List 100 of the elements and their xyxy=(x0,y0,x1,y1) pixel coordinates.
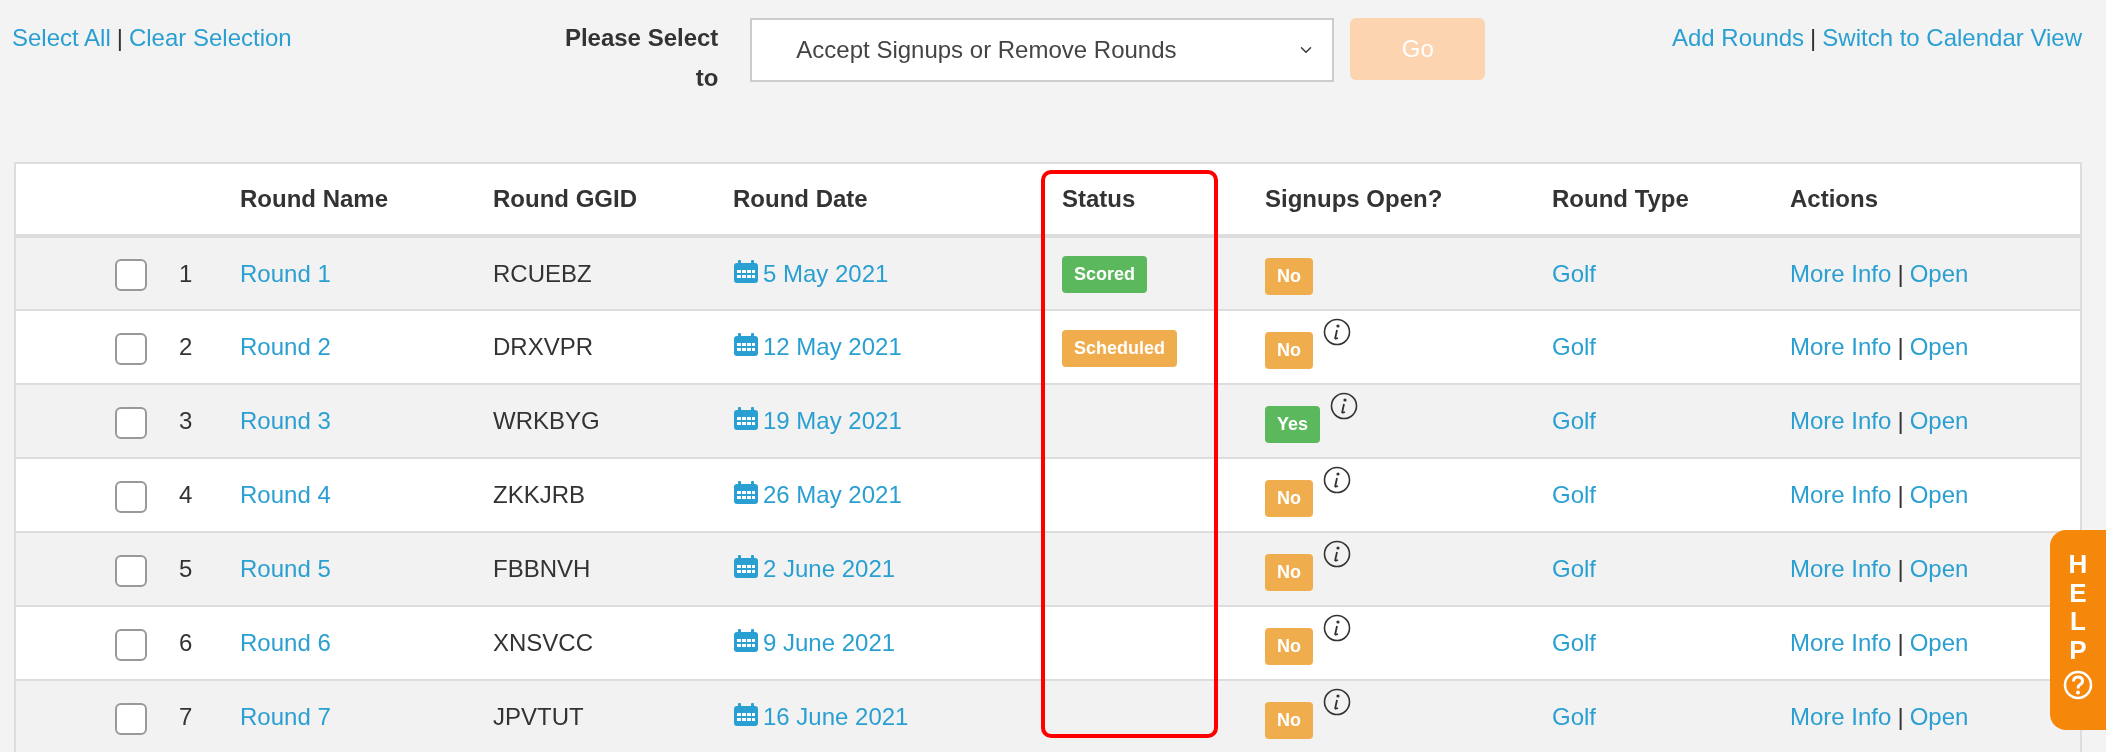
round-name-link[interactable]: Round 5 xyxy=(240,555,331,582)
info-icon[interactable] xyxy=(1330,391,1359,420)
more-info-link[interactable]: More Info xyxy=(1790,555,1892,582)
round-name-link[interactable]: Round 6 xyxy=(240,629,331,656)
open-link[interactable]: Open xyxy=(1909,481,1969,508)
round-date-link[interactable]: 12 May 2021 xyxy=(733,333,902,360)
round-type-link[interactable]: Golf xyxy=(1552,333,1596,360)
column-header: Round GGID xyxy=(493,185,637,212)
status-badge: Scored xyxy=(1062,256,1148,293)
column-header: Signups Open? xyxy=(1265,185,1443,212)
round-date-link[interactable]: 5 May 2021 xyxy=(733,259,889,287)
separator: | xyxy=(1810,23,1817,53)
round-type-link[interactable]: Golf xyxy=(1552,629,1596,656)
column-header: Status xyxy=(1062,185,1136,212)
help-label: HELP xyxy=(2067,550,2089,665)
round-type-link[interactable]: Golf xyxy=(1552,555,1596,582)
separator: | xyxy=(1897,481,1904,508)
calendar-icon xyxy=(733,333,759,357)
calendar-icon xyxy=(733,703,759,727)
help-tab[interactable]: HELP xyxy=(2050,530,2106,730)
round-id: XNSVCC xyxy=(493,629,594,656)
column-header: Round Name xyxy=(240,185,388,212)
row-number: 5 xyxy=(179,555,193,582)
round-id: DRXVPR xyxy=(493,333,594,360)
separator: | xyxy=(116,23,123,53)
more-info-link[interactable]: More Info xyxy=(1790,629,1892,656)
round-id: WRKBYG xyxy=(493,407,600,434)
clear-selection-link[interactable]: Clear Selection xyxy=(128,18,292,58)
round-id: FBBNVH xyxy=(493,555,591,582)
row-checkbox[interactable] xyxy=(115,554,147,587)
round-id: RCUEBZ xyxy=(493,259,592,287)
column-header: Round Date xyxy=(733,185,868,212)
round-name-link[interactable]: Round 4 xyxy=(240,481,331,508)
open-link[interactable]: Open xyxy=(1909,259,1969,287)
select-label: Please Select to xyxy=(563,23,719,93)
calendar-view-link[interactable]: Switch to Calendar View xyxy=(1822,18,2082,58)
calendar-icon xyxy=(733,481,759,505)
row-checkbox[interactable] xyxy=(115,259,147,292)
status-badge: Scheduled xyxy=(1062,329,1178,367)
open-link[interactable]: Open xyxy=(1909,703,1969,730)
row-checkbox[interactable] xyxy=(115,480,147,513)
row-checkbox[interactable] xyxy=(115,332,147,365)
row-number: 2 xyxy=(179,333,193,360)
row-number: 6 xyxy=(179,629,193,656)
row-number: 3 xyxy=(179,407,193,434)
round-type-link[interactable]: Golf xyxy=(1552,481,1596,508)
signups-badge: No xyxy=(1265,701,1313,739)
round-name-link[interactable]: Round 1 xyxy=(240,259,331,287)
row-checkbox[interactable] xyxy=(115,406,147,439)
signups-badge: No xyxy=(1265,331,1313,369)
info-icon[interactable] xyxy=(1323,613,1351,642)
round-id: JPVTUT xyxy=(493,703,584,730)
round-date-link[interactable]: 2 June 2021 xyxy=(733,555,896,582)
round-date-link[interactable]: 19 May 2021 xyxy=(733,407,902,434)
signups-badge: Yes xyxy=(1265,405,1321,443)
signups-badge: No xyxy=(1265,479,1313,517)
round-type-link[interactable]: Golf xyxy=(1552,407,1596,434)
open-link[interactable]: Open xyxy=(1909,629,1969,656)
separator: | xyxy=(1897,703,1904,730)
round-name-link[interactable]: Round 2 xyxy=(240,333,331,360)
round-date-link[interactable]: 9 June 2021 xyxy=(733,629,896,656)
round-id: ZKKJRB xyxy=(493,481,585,508)
signups-badge: No xyxy=(1265,258,1313,295)
open-link[interactable]: Open xyxy=(1909,555,1969,582)
separator: | xyxy=(1897,407,1904,434)
info-icon[interactable] xyxy=(1323,687,1351,716)
question-icon xyxy=(2063,670,2093,701)
calendar-icon xyxy=(733,407,759,431)
round-name-link[interactable]: Round 3 xyxy=(240,407,331,434)
more-info-link[interactable]: More Info xyxy=(1790,333,1892,360)
separator: | xyxy=(1897,259,1904,287)
round-date-link[interactable]: 26 May 2021 xyxy=(733,481,902,508)
calendar-icon xyxy=(733,629,759,653)
add-rounds-link[interactable]: Add Rounds xyxy=(1672,18,1805,58)
signups-badge: No xyxy=(1265,553,1313,591)
row-checkbox[interactable] xyxy=(115,628,147,661)
row-checkbox[interactable] xyxy=(115,702,147,735)
calendar-icon xyxy=(733,259,759,284)
separator: | xyxy=(1897,555,1904,582)
select-all-link[interactable]: Select All xyxy=(12,18,111,58)
open-link[interactable]: Open xyxy=(1909,407,1969,434)
signups-badge: No xyxy=(1265,627,1313,665)
round-name-link[interactable]: Round 7 xyxy=(240,703,331,730)
calendar-icon xyxy=(733,555,759,579)
separator: | xyxy=(1897,629,1904,656)
more-info-link[interactable]: More Info xyxy=(1790,259,1892,287)
round-type-link[interactable]: Golf xyxy=(1552,259,1596,287)
info-icon[interactable] xyxy=(1323,317,1351,346)
action-select[interactable]: Accept Signups or Remove Rounds xyxy=(750,18,1335,82)
open-link[interactable]: Open xyxy=(1909,333,1969,360)
more-info-link[interactable]: More Info xyxy=(1790,703,1892,730)
more-info-link[interactable]: More Info xyxy=(1790,481,1892,508)
separator: | xyxy=(1897,333,1904,360)
info-icon[interactable] xyxy=(1323,539,1351,568)
more-info-link[interactable]: More Info xyxy=(1790,407,1892,434)
info-icon[interactable] xyxy=(1323,465,1351,494)
round-type-link[interactable]: Golf xyxy=(1552,703,1596,730)
row-number: 7 xyxy=(179,703,193,730)
row-number: 1 xyxy=(179,259,193,287)
column-header: Round Type xyxy=(1552,185,1689,212)
